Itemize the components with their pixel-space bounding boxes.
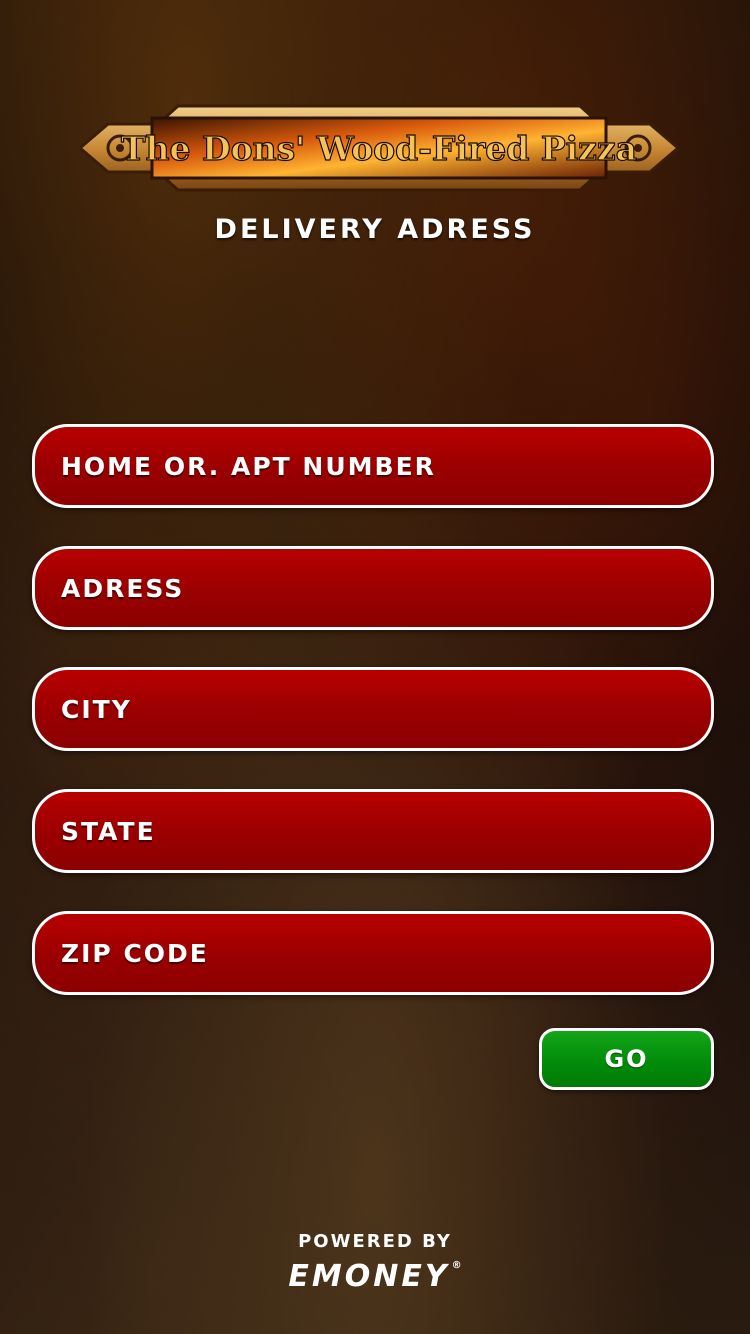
restaurant-logo: The Dons' Wood-Fired Pizza bbox=[80, 98, 678, 198]
page-title: DELIVERY ADRESS bbox=[214, 214, 536, 245]
state-field[interactable]: STATE bbox=[32, 789, 714, 873]
registered-mark: ® bbox=[451, 1260, 462, 1271]
brand-name: EMONEY bbox=[288, 1259, 450, 1294]
logo-wordmark: The Dons' Wood-Fired Pizza bbox=[121, 129, 637, 168]
city-field[interactable]: CITY bbox=[32, 667, 714, 751]
zip-code-field[interactable]: ZIP CODE bbox=[32, 911, 714, 995]
powered-by-label: POWERED BY bbox=[298, 1231, 452, 1252]
emoney-brand-logo: EMONEY ® bbox=[0, 1259, 750, 1294]
address-field[interactable]: ADRESS bbox=[32, 546, 714, 630]
go-button[interactable]: GO bbox=[539, 1028, 714, 1090]
home-apt-number-field[interactable]: HOME OR. APT NUMBER bbox=[32, 424, 714, 508]
